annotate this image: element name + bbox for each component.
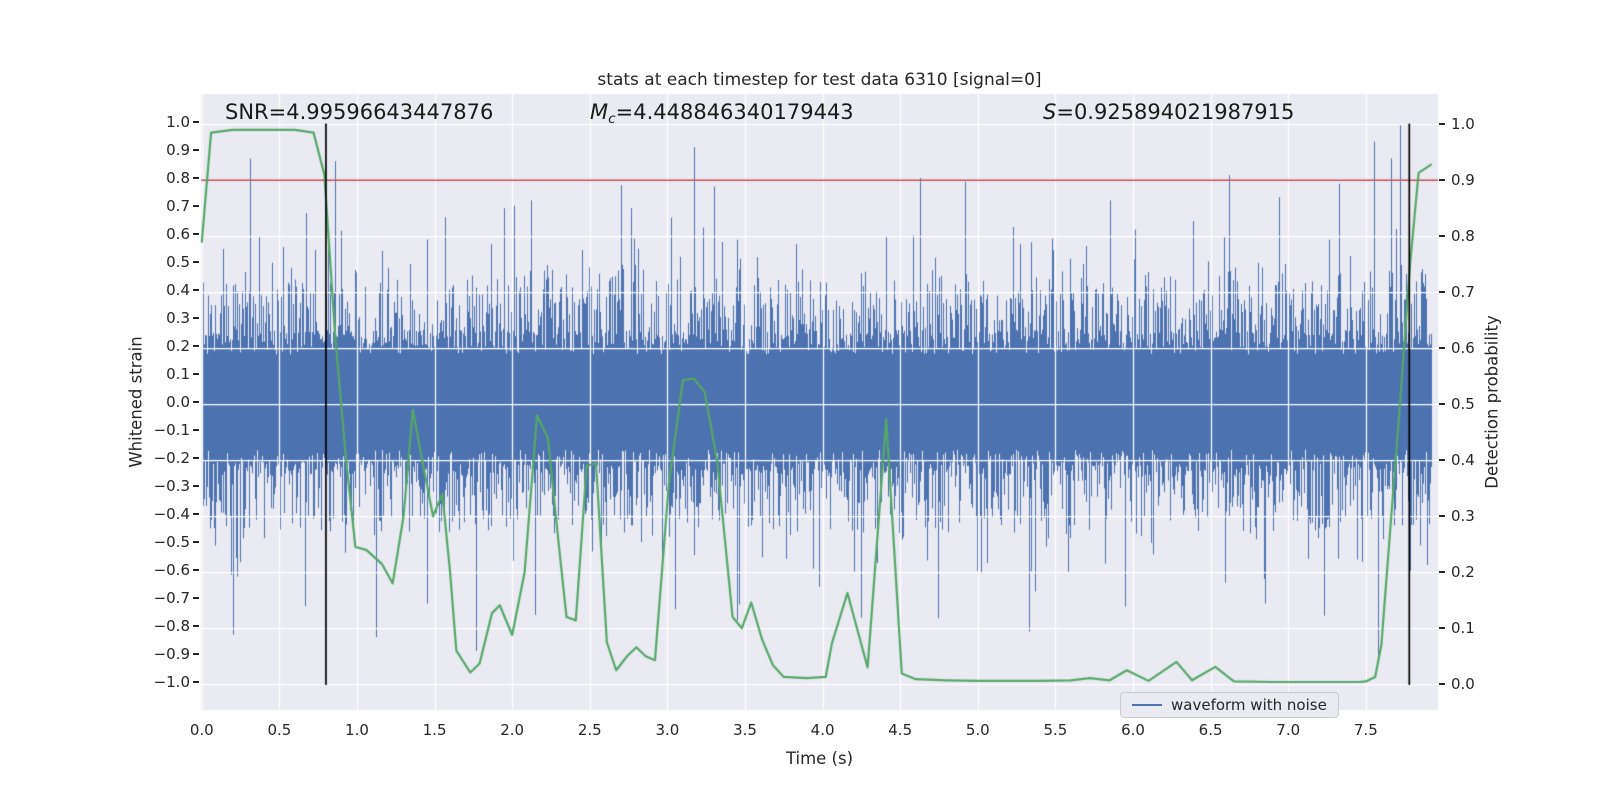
y-right-tick-label: 0.7 <box>1451 283 1475 302</box>
y-left-tick-mark <box>193 681 199 683</box>
y-left-tick-mark <box>193 121 199 123</box>
y-right-tick-mark <box>1439 347 1445 350</box>
legend-label: waveform with noise <box>1171 696 1327 714</box>
y-right-tick-mark <box>1439 515 1445 518</box>
y-left-tick-label: 0.8 <box>166 169 190 187</box>
y-left-tick-label: 0.0 <box>166 393 190 411</box>
y-left-tick-mark <box>193 289 199 291</box>
y-left-tick-label: 0.2 <box>166 337 190 355</box>
y-left-tick-label: 0.1 <box>166 365 190 383</box>
x-tick-label: 3.5 <box>733 721 757 739</box>
y-right-tick-label: 0.3 <box>1451 507 1475 526</box>
x-tick-label: 7.5 <box>1353 721 1378 739</box>
y-right-tick-mark <box>1439 291 1445 294</box>
y-right-tick-mark <box>1439 459 1445 462</box>
y-left-tick-label: 0.7 <box>166 197 190 215</box>
y-left-tick-label: −0.9 <box>153 645 190 663</box>
y-right-tick-mark <box>1439 627 1445 630</box>
y-left-tick-label: −0.6 <box>153 561 190 579</box>
x-tick-label: 1.5 <box>422 721 447 739</box>
chirp-mass-subscript: c <box>608 111 616 128</box>
chirp-mass-value: =4.448846340179443 <box>615 100 854 124</box>
y-left-tick-mark <box>193 205 199 207</box>
y-left-tick-mark <box>193 597 199 599</box>
legend: waveform with noise <box>1120 692 1339 718</box>
y-right-tick-label: 0.8 <box>1451 227 1475 246</box>
y-left-tick-label: −0.3 <box>153 477 190 495</box>
y-left-tick-mark <box>193 373 199 375</box>
y-left-tick-mark <box>193 541 199 543</box>
x-tick-label: 5.5 <box>1043 721 1068 739</box>
y-right-tick-label: 0.1 <box>1451 619 1475 638</box>
x-tick-label: 2.5 <box>577 721 602 739</box>
y-right-tick-mark <box>1439 571 1445 574</box>
y-right-tick-label: 0.2 <box>1451 563 1475 582</box>
y-right-tick-mark <box>1439 683 1445 686</box>
annotation-s-stat: S=0.925894021987915 <box>1043 100 1294 124</box>
y-left-tick-mark <box>193 345 199 347</box>
y-right-tick-label: 0.6 <box>1451 339 1475 358</box>
x-tick-label: 2.0 <box>500 721 525 739</box>
s-stat-value: =0.925894021987915 <box>1056 100 1295 124</box>
y-left-tick-label: 1.0 <box>166 113 190 131</box>
y-left-tick-mark <box>193 569 199 571</box>
y-right-tick-label: 1.0 <box>1451 115 1475 134</box>
y-left-tick-mark <box>193 653 199 655</box>
y-left-tick-label: −0.1 <box>153 421 190 439</box>
y-right-tick-mark <box>1439 235 1445 238</box>
y-left-tick-mark <box>193 261 199 263</box>
x-tick-label: 1.0 <box>345 721 369 739</box>
y-left-tick-mark <box>193 457 199 459</box>
chirp-mass-symbol: M <box>590 100 609 124</box>
y-left-tick-label: 0.4 <box>166 281 190 299</box>
x-axis-label: Time (s) <box>785 749 854 768</box>
y-left-tick-label: −0.7 <box>153 589 190 607</box>
x-tick-label: 3.0 <box>655 721 680 739</box>
chart-title: stats at each timestep for test data 631… <box>597 70 1042 90</box>
y-left-tick-label: −0.2 <box>153 449 190 467</box>
x-tick-label: 7.0 <box>1276 721 1301 739</box>
x-tick-label: 4.5 <box>888 721 913 739</box>
y-left-tick-mark <box>193 317 199 319</box>
y-left-tick-label: 0.3 <box>166 309 190 327</box>
y-left-tick-label: 0.9 <box>166 141 190 159</box>
s-stat-symbol: S <box>1043 100 1057 124</box>
x-tick-label: 0.5 <box>267 721 292 739</box>
y-left-tick-mark <box>193 625 199 627</box>
y-left-tick-mark <box>193 233 199 235</box>
y-left-tick-label: 0.6 <box>166 225 190 243</box>
y-left-tick-label: −1.0 <box>153 673 190 691</box>
x-tick-label: 5.0 <box>965 721 990 739</box>
x-tick-label: 6.5 <box>1198 721 1223 739</box>
y-right-tick-label: 0.9 <box>1451 171 1475 190</box>
annotation-chirp-mass: Mc=4.448846340179443 <box>590 100 854 127</box>
x-tick-label: 4.0 <box>810 721 835 739</box>
legend-line-sample <box>1132 704 1162 706</box>
y-left-tick-mark <box>193 429 199 431</box>
x-tick-label: 0.0 <box>189 721 214 739</box>
y-left-tick-mark <box>193 401 199 403</box>
y-left-tick-mark <box>193 177 199 179</box>
y-left-tick-label: −0.8 <box>153 617 190 635</box>
y-right-tick-mark <box>1439 403 1445 406</box>
y-right-tick-label: 0.5 <box>1451 395 1475 414</box>
y-left-tick-label: −0.5 <box>153 533 190 551</box>
y-left-tick-mark <box>193 485 199 487</box>
figure: stats at each timestep for test data 631… <box>0 0 1600 800</box>
y-right-tick-label: 0.4 <box>1451 451 1475 470</box>
y-left-tick-mark <box>193 149 199 151</box>
y-left-tick-label: 0.5 <box>166 253 190 271</box>
x-tick-label: 6.0 <box>1121 721 1145 739</box>
y-right-tick-mark <box>1439 179 1445 182</box>
y-right-tick-label: 0.0 <box>1451 675 1475 694</box>
y-left-tick-mark <box>193 513 199 515</box>
y-right-tick-mark <box>1439 123 1445 126</box>
y-left-tick-label: −0.4 <box>153 505 190 523</box>
annotation-snr: SNR=4.99596643447876 <box>225 100 494 124</box>
